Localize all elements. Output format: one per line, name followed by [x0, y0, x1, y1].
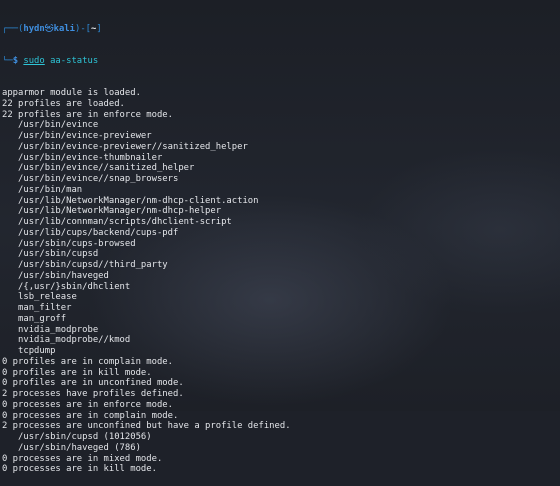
output-line: /usr/bin/man — [2, 184, 83, 195]
prompt-dollar-sign: $ — [12, 55, 24, 66]
output-line: /usr/sbin/haveged (786) — [2, 442, 141, 453]
output-line: nvidia_modprobe — [2, 324, 99, 335]
output-line: 0 processes are in mixed mode. — [2, 453, 163, 464]
output-line: /usr/lib/cups/backend/cups-pdf — [2, 227, 179, 238]
command-sudo: sudo — [23, 55, 45, 66]
output-line: /usr/bin/evince-previewer — [2, 131, 152, 141]
command-output: apparmor module is loaded. 22 profiles ar… — [2, 88, 560, 475]
output-line: /usr/sbin/cupsd (1012056) — [2, 432, 152, 442]
output-line: 2 processes are unconfined but have a pr… — [2, 421, 291, 432]
terminal-window[interactable]: ┌──(hydn㉿kali)-[~] └─$ sudo aa-status ap… — [0, 0, 560, 475]
prompt-username: hydn — [23, 23, 45, 34]
prompt-frame-bottom: └─ — [2, 55, 13, 66]
output-line: 0 profiles are in unconfined mode. — [2, 378, 184, 389]
output-line: man_groff — [2, 313, 67, 324]
output-line: /usr/bin/evince — [2, 120, 99, 131]
prompt-frame-end: ] — [96, 23, 102, 34]
output-line: /usr/lib/connman/scripts/dhclient-script — [2, 217, 232, 227]
output-line: /usr/sbin/cups-browsed — [2, 238, 136, 249]
output-line: man_filter — [2, 303, 72, 313]
output-line: /usr/lib/NetworkManager/nm-dhcp-client.a… — [2, 195, 259, 206]
command-arguments: aa-status — [44, 55, 99, 66]
output-line: /{,usr/}sbin/dhclient — [2, 281, 131, 292]
output-line: 0 processes are in kill mode. — [2, 464, 157, 475]
output-line: lsb_release — [2, 292, 77, 303]
output-line: 0 profiles are in kill mode. — [2, 367, 152, 378]
output-line: /usr/lib/NetworkManager/nm-dhcp-helper — [2, 206, 222, 217]
output-line: /usr/bin/evince//snap_browsers — [2, 174, 179, 184]
output-line: 22 profiles are loaded. — [2, 98, 125, 109]
output-line: tcpdump — [2, 346, 56, 356]
output-line: nvidia_modprobe//kmod — [2, 335, 131, 346]
output-line: 2 processes have profiles defined. — [2, 389, 184, 399]
prompt-line-top: ┌──(hydn㉿kali)-[~] — [2, 24, 560, 35]
output-line: /usr/sbin/cupsd — [2, 249, 99, 260]
output-line: /usr/bin/evince//sanitized_helper — [2, 163, 195, 174]
output-line: apparmor module is loaded. — [2, 88, 141, 98]
output-line: 22 profiles are in enforce mode. — [2, 109, 173, 120]
output-line: 0 processes are in enforce mode. — [2, 399, 173, 410]
output-line: /usr/sbin/cupsd//third_party — [2, 260, 168, 270]
output-line: /usr/sbin/haveged — [2, 270, 109, 281]
prompt-frame-top-left: ┌──( — [2, 23, 24, 34]
output-line: /usr/bin/evince-previewer//sanitized_hel… — [2, 141, 248, 152]
output-line: /usr/bin/evince-thumbnailer — [2, 152, 163, 163]
output-line: 0 processes are in complain mode. — [2, 410, 179, 421]
output-line: 0 profiles are in complain mode. — [2, 356, 173, 367]
prompt-frame-mid: )-[ — [75, 23, 92, 34]
prompt-at-symbol: ㉿ — [44, 23, 54, 34]
prompt-hostname: kali — [53, 23, 75, 34]
prompt-line-command: └─$ sudo aa-status — [2, 56, 560, 67]
